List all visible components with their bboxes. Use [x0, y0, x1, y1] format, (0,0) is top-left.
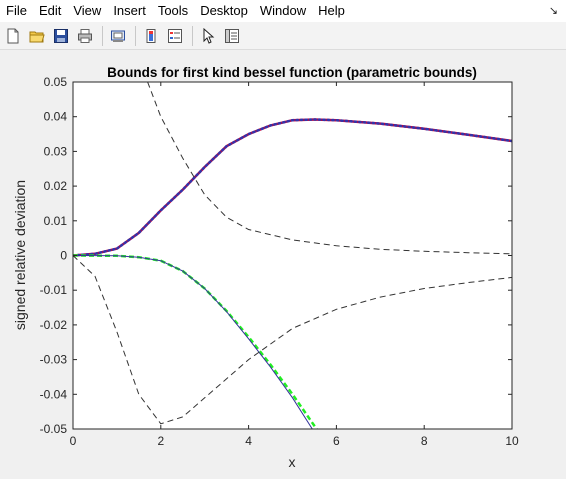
y-tick-label: 0.04: [44, 110, 68, 124]
y-tick-label: 0.03: [44, 144, 68, 158]
edit-plot-arrow-icon[interactable]: [197, 25, 219, 47]
x-tick-label: 4: [245, 434, 252, 448]
save-icon[interactable]: [50, 25, 72, 47]
open-file-icon[interactable]: [26, 25, 48, 47]
menu-tools[interactable]: Tools: [152, 0, 194, 22]
menu-window[interactable]: Window: [254, 0, 312, 22]
x-axis-label: x: [289, 454, 296, 470]
y-tick-label: -0.01: [40, 283, 68, 297]
x-tick-label: 6: [333, 434, 340, 448]
y-axis-label: signed relative deviation: [12, 180, 28, 330]
legend-icon[interactable]: [164, 25, 186, 47]
chart: Bounds for first kind bessel function (p…: [12, 65, 519, 470]
menu-bar: File Edit View Insert Tools Desktop Wind…: [0, 0, 566, 22]
property-inspector-icon[interactable]: [221, 25, 243, 47]
x-tick-label: 8: [421, 434, 428, 448]
y-tick-label: -0.04: [40, 387, 68, 401]
y-tick-label: 0.01: [44, 214, 68, 228]
toolbar-separator: [135, 25, 136, 46]
axes-background: [73, 82, 512, 429]
print-preview-icon[interactable]: [107, 25, 129, 47]
x-tick-label: 10: [505, 434, 519, 448]
y-tick-label: -0.05: [40, 422, 68, 436]
x-tick-label: 2: [157, 434, 164, 448]
x-tick-label: 0: [70, 434, 77, 448]
colorbar-icon[interactable]: [140, 25, 162, 47]
menu-insert[interactable]: Insert: [107, 0, 152, 22]
chart-title: Bounds for first kind bessel function (p…: [107, 65, 477, 80]
y-tick-label: 0: [60, 249, 67, 263]
figure-canvas: Bounds for first kind bessel function (p…: [0, 51, 566, 474]
y-tick-label: -0.02: [40, 318, 68, 332]
y-tick-label: 0.02: [44, 179, 68, 193]
dock-figure-icon[interactable]: ↘: [549, 4, 558, 17]
menu-view[interactable]: View: [67, 0, 107, 22]
y-tick-label: 0.05: [44, 75, 68, 89]
print-icon[interactable]: [74, 25, 96, 47]
y-tick-label: -0.03: [40, 353, 68, 367]
new-figure-icon[interactable]: [2, 25, 24, 47]
toolbar-separator: [192, 25, 193, 46]
menu-help[interactable]: Help: [312, 0, 351, 22]
menu-desktop[interactable]: Desktop: [194, 0, 254, 22]
menu-edit[interactable]: Edit: [33, 0, 67, 22]
toolbar-separator: [102, 25, 103, 46]
plot-area: 0 2 4 6 8 10 -0.05 -0.04 -0.03 -0.02 -0.01 0 0.01 0.0…: [40, 75, 519, 448]
figure-toolbar: [0, 22, 566, 50]
menu-file[interactable]: File: [0, 0, 33, 22]
